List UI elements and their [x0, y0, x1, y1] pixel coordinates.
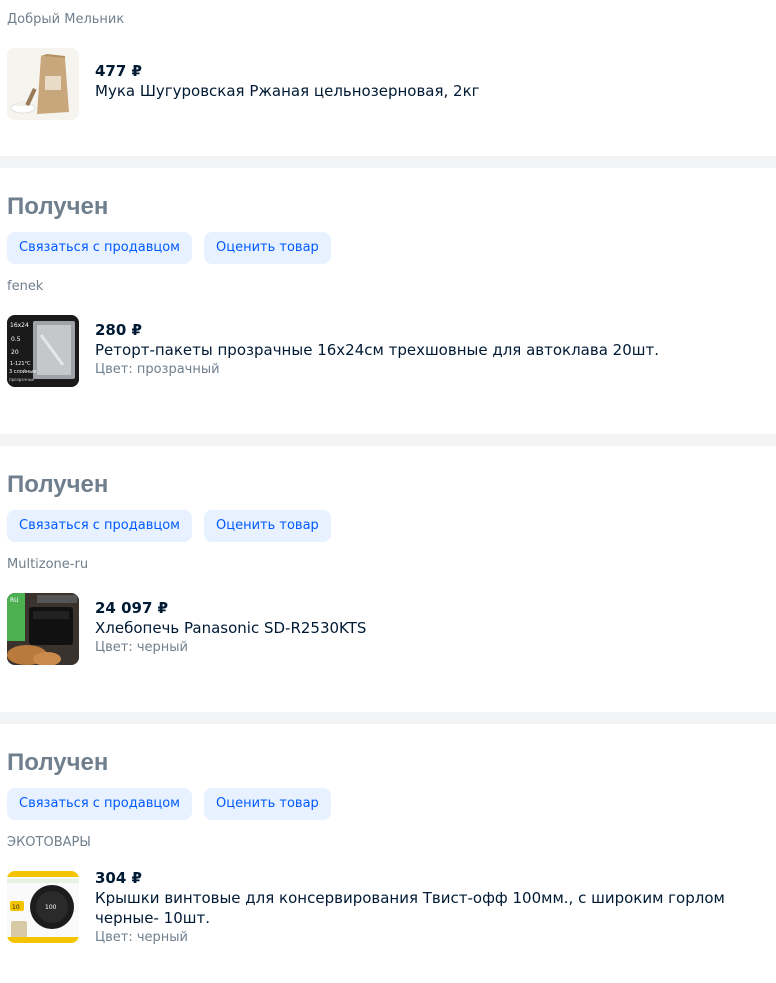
product-color: Цвет: прозрачный — [95, 362, 220, 377]
svg-text:0.5: 0.5 — [11, 336, 21, 343]
product-item[interactable]: 477 ₽ Мука Шугуровская Ржаная цельнозерн… — [7, 48, 480, 120]
product-color: Цвет: черный — [95, 930, 188, 945]
product-thumbnail-bread-maker[interactable]: RU — [7, 593, 79, 665]
product-price: 24 097 ₽ — [95, 599, 169, 617]
section-separator — [0, 434, 776, 446]
svg-text:прозрачные: прозрачные — [9, 377, 35, 382]
product-thumbnail-lids[interactable]: 100 10 — [7, 871, 79, 943]
product-thumbnail-retort-bags[interactable]: 16x24 0.5 20 1-121°C 3 слойные прозрачны… — [7, 315, 79, 387]
product-item[interactable]: 16x24 0.5 20 1-121°C 3 слойные прозрачны… — [7, 315, 769, 387]
product-info: 477 ₽ Мука Шугуровская Ржаная цельнозерн… — [95, 48, 480, 101]
order-status: Получен — [7, 471, 109, 498]
svg-text:20: 20 — [11, 349, 19, 356]
product-name[interactable]: Мука Шугуровская Ржаная цельнозерновая, … — [95, 81, 480, 101]
order-card-2: Получен Связаться с продавцом Оценить то… — [0, 168, 776, 434]
flour-bag-image — [7, 48, 79, 120]
order-actions: Связаться с продавцом Оценить товар — [7, 788, 769, 820]
svg-text:16x24: 16x24 — [10, 322, 29, 329]
section-separator — [0, 712, 776, 724]
product-name[interactable]: Крышки винтовые для консервирования Твис… — [95, 888, 769, 928]
order-card-4: Получен Связаться с продавцом Оценить то… — [0, 724, 776, 983]
svg-text:1-121°C: 1-121°C — [10, 361, 31, 367]
twist-off-lids-image: 100 10 — [7, 871, 79, 943]
retort-bag-image: 16x24 0.5 20 1-121°C 3 слойные прозрачны… — [7, 315, 79, 387]
order-status: Получен — [7, 193, 109, 220]
svg-text:100: 100 — [45, 904, 57, 911]
product-price: 477 ₽ — [95, 62, 142, 80]
product-price: 304 ₽ — [95, 869, 142, 887]
product-thumbnail-flour[interactable] — [7, 48, 79, 120]
order-card-1: Добрый Мельник 477 ₽ Мука Шугуровская Рж… — [0, 0, 776, 156]
order-actions: Связаться с продавцом Оценить товар — [7, 232, 769, 264]
contact-seller-button[interactable]: Связаться с продавцом — [7, 788, 192, 820]
product-color: Цвет: черный — [95, 640, 188, 655]
product-item[interactable]: RU 24 097 ₽ Хлебопечь Panasonic SD-R2530… — [7, 593, 769, 665]
contact-seller-button[interactable]: Связаться с продавцом — [7, 510, 192, 542]
rate-product-button[interactable]: Оценить товар — [203, 510, 331, 542]
svg-text:3 слойные: 3 слойные — [9, 368, 36, 375]
seller-name[interactable]: Multizone-ru — [7, 556, 769, 574]
order-actions: Связаться с продавцом Оценить товар — [7, 510, 769, 542]
product-info: 304 ₽ Крышки винтовые для консервировани… — [95, 869, 769, 948]
seller-name[interactable]: fenek — [7, 278, 769, 296]
rate-product-button[interactable]: Оценить товар — [203, 232, 331, 264]
order-card-3: Получен Связаться с продавцом Оценить то… — [0, 446, 776, 712]
contact-seller-button[interactable]: Связаться с продавцом — [7, 232, 192, 264]
seller-name[interactable]: ЭКОТОВАРЫ — [7, 834, 769, 852]
bread-maker-image: RU — [7, 593, 79, 665]
svg-text:10: 10 — [12, 904, 20, 911]
product-name[interactable]: Реторт-пакеты прозрачные 16х24см трехшов… — [95, 340, 659, 360]
svg-text:RU: RU — [10, 597, 19, 604]
product-price: 280 ₽ — [95, 321, 142, 339]
order-status: Получен — [7, 749, 109, 776]
section-separator — [0, 156, 776, 168]
product-info: 24 097 ₽ Хлебопечь Panasonic SD-R2530KTS… — [95, 593, 366, 658]
rate-product-button[interactable]: Оценить товар — [203, 788, 331, 820]
product-name[interactable]: Хлебопечь Panasonic SD-R2530KTS — [95, 618, 366, 638]
seller-name[interactable]: Добрый Мельник — [7, 11, 124, 29]
product-item[interactable]: 100 10 304 ₽ Крышки винтовые для консерв… — [7, 869, 769, 948]
product-info: 280 ₽ Реторт-пакеты прозрачные 16х24см т… — [95, 315, 659, 380]
